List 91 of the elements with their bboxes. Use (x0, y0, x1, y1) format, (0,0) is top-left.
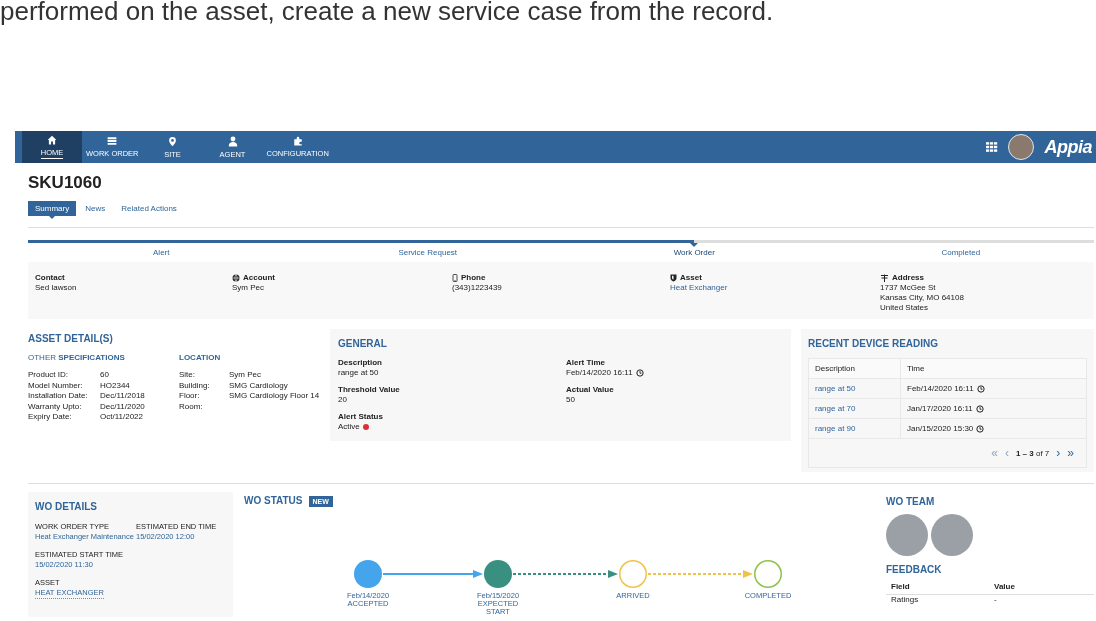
clock-icon (635, 369, 644, 377)
field-label: Alert Status (338, 412, 384, 422)
field-value: Sym Pec (232, 283, 265, 293)
field-value: Sed lawson (35, 283, 78, 293)
field-label: Address (892, 273, 924, 283)
field-value: Dec/11/2020 (100, 401, 145, 412)
record-tab[interactable]: Related Actions (114, 201, 184, 216)
table-cell: Ratings (886, 594, 989, 605)
subsection-heading: LOCATION (179, 353, 222, 363)
field-value: SMG Cardiology (229, 380, 288, 391)
field-value: SMG Cardiology Floor 14 (229, 391, 320, 402)
clock-icon (976, 424, 985, 433)
reading-time: Jan/17/2020 16:11 (907, 404, 973, 413)
step-label[interactable]: Alert (28, 243, 295, 257)
field-label: Threshold Value (338, 385, 401, 395)
clock-icon (976, 384, 985, 393)
avatar-placeholder[interactable] (1008, 134, 1035, 160)
field-label: Building: (179, 380, 211, 391)
field-label: Account (243, 273, 275, 283)
field-value: Sym Pec (229, 370, 261, 381)
step-label[interactable]: Work Order (561, 243, 828, 257)
field-label: Model Number: (28, 380, 84, 391)
record-title: SKU1060 (28, 172, 103, 194)
section-heading: FEEDBACK (886, 564, 943, 576)
reading-link[interactable]: range at 50 (815, 384, 856, 393)
section-heading: WO DETAILS (35, 501, 99, 513)
section-heading: RECENT DEVICE READING (808, 338, 940, 350)
step-label[interactable]: Service Request (294, 243, 561, 257)
map-pin-icon (168, 135, 177, 147)
field-label: Product ID: (28, 370, 69, 381)
field-label: Description (338, 358, 383, 368)
list-icon (107, 136, 118, 146)
caption-text: performed on the asset, create a new service case from the record. (0, 0, 775, 26)
reading-link[interactable]: range at 70 (815, 404, 856, 413)
section-heading: WO TEAM (886, 496, 936, 508)
step-pointer-icon (690, 243, 699, 247)
home-icon (47, 135, 57, 145)
person-icon (227, 135, 238, 147)
avatar-placeholder (886, 514, 928, 556)
field-value: Kansas City, MO 64108 (880, 293, 965, 303)
clock-icon (975, 404, 984, 413)
column-header: Time (900, 358, 1087, 379)
reading-time: Jan/15/2020 15:30 (907, 424, 974, 433)
column-header: Field (886, 582, 989, 595)
section-heading: WO STATUS (244, 495, 303, 507)
subsection-heading: OTHER SPECIFICATIONS (28, 353, 126, 363)
section-heading: GENERAL (338, 338, 388, 350)
shield-icon (670, 274, 677, 282)
field-value: HO2344 (100, 380, 130, 391)
field-value: (343)1223439 (452, 283, 503, 293)
app-grid-icon[interactable] (986, 142, 999, 152)
table-cell: - (989, 594, 1094, 605)
field-label: Actual Value (566, 385, 615, 395)
pager-button[interactable]: › (1056, 447, 1061, 459)
field-label: Phone (461, 273, 486, 283)
field-label: Contact (35, 273, 65, 283)
field-label: Warranty Upto: (28, 401, 83, 412)
signpost-icon (880, 274, 889, 282)
brand-logo: Appia (1044, 136, 1093, 158)
section-heading: ASSET DETAIL(S) (28, 333, 114, 345)
field-value: range at 50 (338, 368, 379, 378)
field-value: Dec/11/2018 (100, 391, 145, 402)
field-value: Active (338, 422, 360, 432)
step-label[interactable]: Completed (827, 243, 1094, 257)
field-label: Asset (680, 273, 702, 283)
reading-link[interactable]: range at 90 (815, 424, 856, 433)
globe-icon (232, 274, 240, 282)
field-value: Feb/14/2020 16:11 (566, 368, 633, 378)
field-value: 1737 McGee St (880, 283, 937, 293)
record-tab[interactable]: News (78, 201, 113, 216)
phone-icon (452, 274, 458, 282)
field-value: 20 (338, 395, 347, 405)
field-label: Site: (179, 370, 196, 381)
field-value: 60 (100, 370, 109, 381)
column-header: Description (808, 358, 901, 379)
field-value: 50 (566, 395, 575, 405)
field-value: United States (880, 303, 930, 313)
reading-time: Feb/14/2020 16:11 (907, 384, 974, 393)
pager-range: 1 – 3 of 7 (1015, 448, 1050, 458)
field-label: Expiry Date: (28, 412, 73, 423)
field-label: Room: (179, 401, 204, 412)
column-header: Value (989, 582, 1094, 595)
puzzle-icon (292, 136, 303, 146)
pager-button[interactable]: » (1067, 447, 1074, 459)
field-value: Oct/11/2022 (100, 412, 143, 423)
record-tab[interactable]: Summary (28, 201, 77, 216)
field-label: Alert Time (566, 358, 606, 368)
asset-link[interactable]: Heat Exchanger (670, 283, 880, 293)
field-label: Installation Date: (28, 391, 89, 402)
avatar-placeholder (931, 514, 973, 556)
field-label: Floor: (179, 391, 201, 402)
